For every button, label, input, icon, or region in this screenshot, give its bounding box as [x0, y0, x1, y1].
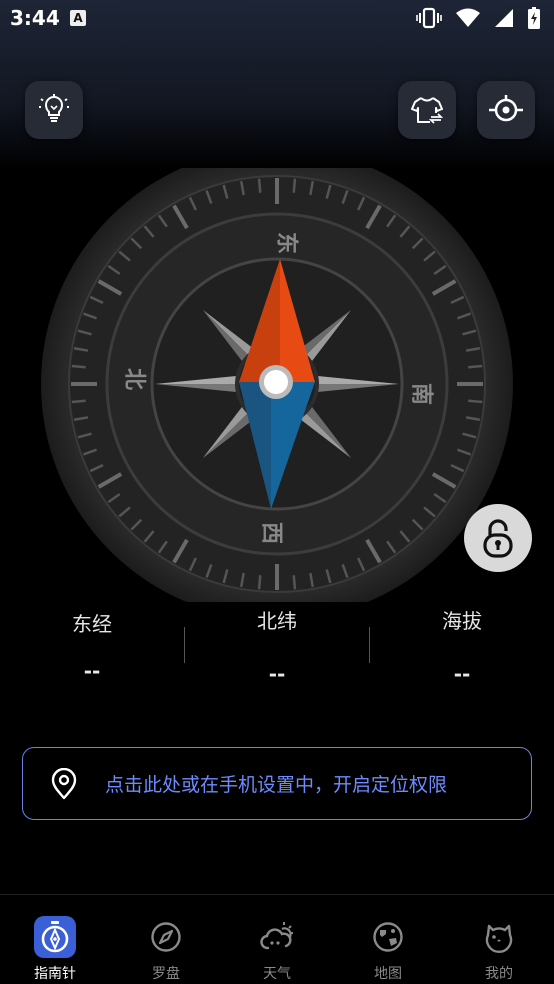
calibrate-button[interactable] [477, 81, 535, 139]
compass-graphic: 东 南 西 北 [41, 168, 513, 602]
battery-icon [528, 7, 540, 29]
profile-icon [485, 924, 513, 953]
tab-label: 我的 [485, 966, 513, 982]
compass-tick [468, 399, 483, 404]
altitude-item: 海拔 -- [370, 600, 554, 686]
map-icon [373, 922, 403, 952]
tab-label: 天气 [263, 966, 291, 982]
compass-tick [257, 575, 262, 590]
skin-button[interactable] [398, 81, 456, 139]
status-bar: 3:44 A [0, 0, 554, 38]
compass-tick [292, 178, 297, 193]
tab-weather[interactable]: 天气 [222, 895, 332, 984]
status-icons [416, 7, 540, 29]
tab-luopan[interactable]: 罗盘 [111, 895, 221, 984]
altitude-label: 海拔 [442, 609, 482, 633]
tab-label: 地图 [374, 966, 402, 982]
compass-tick [292, 575, 297, 590]
bottom-tab-bar: 指南针 罗盘 天气 地图 我的 [0, 894, 554, 984]
status-time: 3:44 [10, 6, 60, 30]
latitude-item: 北纬 -- [185, 600, 369, 686]
light-button[interactable] [25, 81, 83, 139]
tab-compass[interactable]: 指南针 [0, 895, 110, 984]
coordinates-panel: 东经 -- 北纬 -- 海拔 -- [0, 600, 554, 690]
latitude-value: -- [268, 662, 286, 686]
notification-icon: A [70, 10, 86, 26]
compass-icon [41, 921, 69, 953]
needle-hub-center [264, 370, 288, 394]
signal-icon [495, 9, 513, 27]
weather-icon [260, 922, 293, 950]
longitude-item: 东经 -- [0, 600, 184, 683]
enable-location-button[interactable]: 点击此处或在手机设置中，开启定位权限 [22, 747, 532, 820]
tab-profile[interactable]: 我的 [444, 895, 554, 984]
longitude-value: -- [83, 659, 101, 683]
direction-top: 东 [274, 232, 300, 254]
direction-left: 北 [122, 368, 147, 390]
compass-tick [257, 178, 262, 193]
unlock-icon [483, 519, 513, 558]
compass-dial[interactable]: 东 南 西 北 [40, 168, 514, 602]
compass-tick [71, 399, 86, 404]
tab-map[interactable]: 地图 [333, 895, 443, 984]
lock-button[interactable] [464, 504, 532, 572]
location-pin-icon [51, 767, 77, 799]
vibrate-icon [416, 7, 442, 29]
tab-label: 指南针 [34, 966, 76, 982]
direction-bottom: 西 [259, 522, 284, 544]
wifi-icon [456, 8, 480, 27]
lightbulb-icon [39, 94, 69, 122]
compass-outline-icon [151, 922, 181, 952]
compass-tick [468, 364, 483, 369]
tab-label: 罗盘 [152, 966, 180, 982]
longitude-label: 东经 [72, 612, 112, 636]
latitude-label: 北纬 [257, 609, 297, 633]
altitude-value: -- [453, 662, 471, 686]
shirt-icon [411, 97, 443, 124]
direction-right: 南 [409, 383, 434, 405]
compass-tick [71, 364, 86, 369]
target-icon [489, 95, 523, 122]
location-prompt-text: 点击此处或在手机设置中，开启定位权限 [105, 774, 448, 796]
